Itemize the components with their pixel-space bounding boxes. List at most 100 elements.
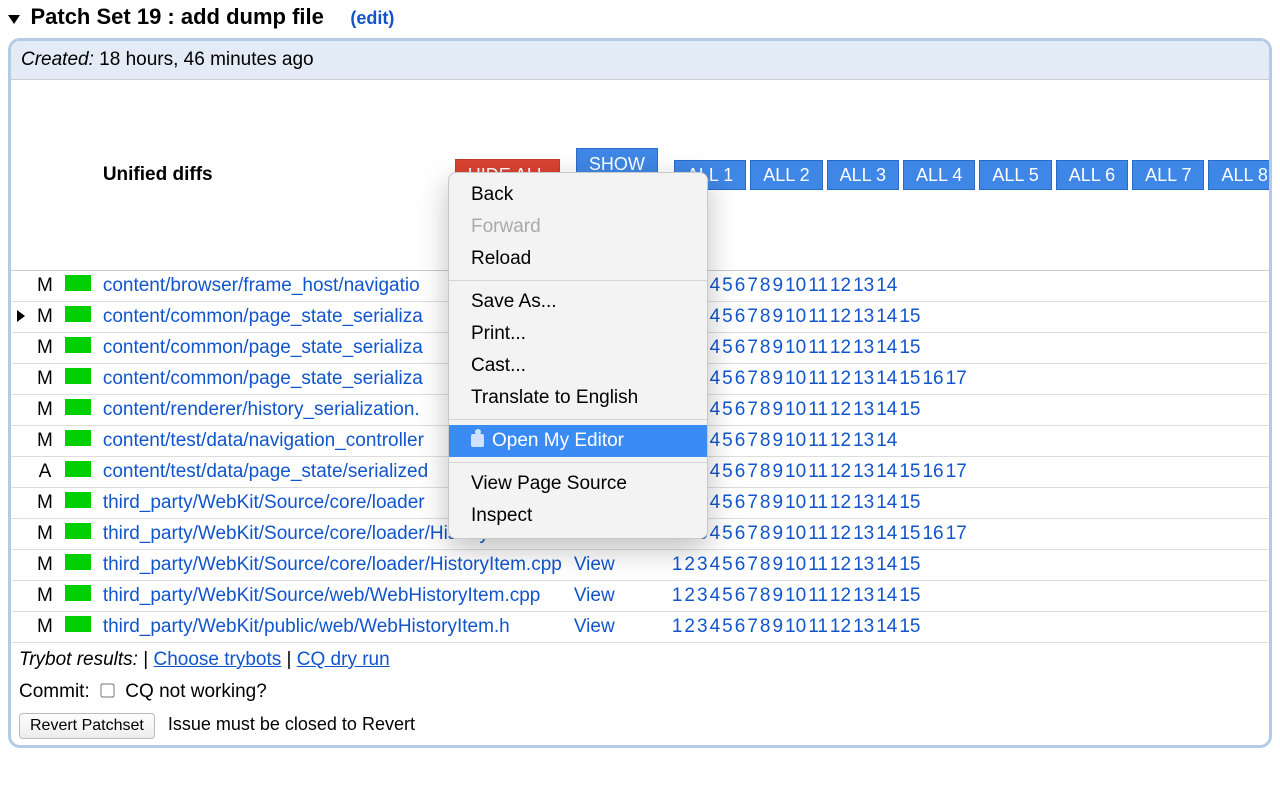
- version-link[interactable]: 12: [830, 399, 851, 420]
- version-link[interactable]: 12: [830, 306, 851, 327]
- version-link[interactable]: 11: [808, 554, 828, 575]
- ctx-open-my-editor[interactable]: Open My Editor: [449, 425, 707, 457]
- version-link[interactable]: 7: [747, 554, 758, 575]
- all-version-button[interactable]: ALL 6: [1056, 160, 1128, 190]
- version-link[interactable]: 14: [876, 554, 897, 575]
- version-link[interactable]: 15: [899, 399, 920, 420]
- commit-checkbox[interactable]: [100, 683, 114, 697]
- version-link[interactable]: 9: [772, 275, 783, 296]
- ctx-reload[interactable]: Reload: [449, 243, 707, 275]
- version-link[interactable]: 6: [735, 554, 746, 575]
- version-link[interactable]: 10: [785, 399, 806, 420]
- disclosure-triangle-icon[interactable]: [8, 15, 20, 24]
- all-version-button[interactable]: ALL 3: [827, 160, 899, 190]
- version-link[interactable]: 15: [899, 306, 920, 327]
- version-link[interactable]: 8: [760, 368, 771, 389]
- ctx-translate[interactable]: Translate to English: [449, 382, 707, 414]
- version-link[interactable]: 3: [697, 616, 708, 637]
- version-link[interactable]: 15: [899, 523, 920, 544]
- version-link[interactable]: 9: [772, 337, 783, 358]
- file-link[interactable]: content/test/data/navigation_controller: [103, 430, 424, 451]
- version-link[interactable]: 12: [830, 275, 851, 296]
- version-link[interactable]: 15: [899, 368, 920, 389]
- file-link[interactable]: third_party/WebKit/public/web/WebHistory…: [103, 616, 510, 637]
- version-link[interactable]: 10: [785, 306, 806, 327]
- version-link[interactable]: 8: [760, 492, 771, 513]
- version-link[interactable]: 11: [808, 368, 828, 389]
- version-link[interactable]: 9: [772, 554, 783, 575]
- version-link[interactable]: 5: [722, 430, 733, 451]
- version-link[interactable]: 6: [735, 337, 746, 358]
- version-link[interactable]: 17: [946, 368, 967, 389]
- version-link[interactable]: 9: [772, 368, 783, 389]
- version-link[interactable]: 6: [735, 585, 746, 606]
- version-link[interactable]: 6: [735, 275, 746, 296]
- version-link[interactable]: 1: [672, 554, 683, 575]
- version-link[interactable]: 3: [697, 554, 708, 575]
- file-link[interactable]: content/browser/frame_host/navigatio: [103, 275, 420, 296]
- version-link[interactable]: 12: [830, 585, 851, 606]
- version-link[interactable]: 13: [853, 306, 874, 327]
- version-link[interactable]: 16: [922, 461, 943, 482]
- version-link[interactable]: 10: [785, 616, 806, 637]
- version-link[interactable]: 6: [735, 492, 746, 513]
- version-link[interactable]: 8: [760, 399, 771, 420]
- version-link[interactable]: 10: [785, 523, 806, 544]
- version-link[interactable]: 6: [735, 399, 746, 420]
- version-link[interactable]: 8: [760, 430, 771, 451]
- version-link[interactable]: 12: [830, 337, 851, 358]
- version-link[interactable]: 5: [722, 368, 733, 389]
- version-link[interactable]: 14: [876, 616, 897, 637]
- version-link[interactable]: 6: [735, 616, 746, 637]
- version-link[interactable]: 16: [922, 368, 943, 389]
- ctx-save-as[interactable]: Save As...: [449, 286, 707, 318]
- version-link[interactable]: 4: [710, 399, 721, 420]
- version-link[interactable]: 13: [853, 430, 874, 451]
- version-link[interactable]: 7: [747, 585, 758, 606]
- version-link[interactable]: 8: [760, 306, 771, 327]
- version-link[interactable]: 5: [722, 461, 733, 482]
- version-link[interactable]: 13: [853, 461, 874, 482]
- all-version-button[interactable]: ALL 4: [903, 160, 975, 190]
- version-link[interactable]: 13: [853, 399, 874, 420]
- version-link[interactable]: 11: [808, 616, 828, 637]
- version-link[interactable]: 8: [760, 337, 771, 358]
- edit-link[interactable]: (edit): [350, 8, 394, 28]
- version-link[interactable]: 7: [747, 306, 758, 327]
- version-link[interactable]: 4: [710, 585, 721, 606]
- version-link[interactable]: 10: [785, 492, 806, 513]
- version-link[interactable]: 15: [899, 461, 920, 482]
- version-link[interactable]: 6: [735, 430, 746, 451]
- all-version-button[interactable]: ALL 2: [750, 160, 822, 190]
- version-link[interactable]: 6: [735, 461, 746, 482]
- version-link[interactable]: 5: [722, 492, 733, 513]
- version-link[interactable]: 4: [710, 523, 721, 544]
- version-link[interactable]: 14: [876, 461, 897, 482]
- version-link[interactable]: 6: [735, 368, 746, 389]
- version-link[interactable]: 16: [922, 523, 943, 544]
- version-link[interactable]: 13: [853, 492, 874, 513]
- version-link[interactable]: 14: [876, 306, 897, 327]
- file-link[interactable]: third_party/WebKit/Source/web/WebHistory…: [103, 585, 541, 606]
- version-link[interactable]: 4: [710, 368, 721, 389]
- version-link[interactable]: 7: [747, 461, 758, 482]
- version-link[interactable]: 15: [899, 492, 920, 513]
- version-link[interactable]: 14: [876, 337, 897, 358]
- file-link[interactable]: content/test/data/page_state/serialized: [103, 461, 428, 482]
- version-link[interactable]: 12: [830, 616, 851, 637]
- version-link[interactable]: 15: [899, 585, 920, 606]
- cq-not-working-link[interactable]: CQ not working?: [125, 681, 267, 702]
- version-link[interactable]: 1: [672, 585, 683, 606]
- all-version-button[interactable]: ALL 8: [1208, 160, 1272, 190]
- version-link[interactable]: 12: [830, 368, 851, 389]
- version-link[interactable]: 4: [710, 461, 721, 482]
- version-link[interactable]: 4: [710, 430, 721, 451]
- version-link[interactable]: 2: [684, 585, 695, 606]
- version-link[interactable]: 17: [946, 523, 967, 544]
- choose-trybots-link[interactable]: Choose trybots: [153, 649, 281, 670]
- version-link[interactable]: 11: [808, 585, 828, 606]
- version-link[interactable]: 10: [785, 585, 806, 606]
- version-link[interactable]: 14: [876, 585, 897, 606]
- version-link[interactable]: 7: [747, 368, 758, 389]
- version-link[interactable]: 11: [808, 523, 828, 544]
